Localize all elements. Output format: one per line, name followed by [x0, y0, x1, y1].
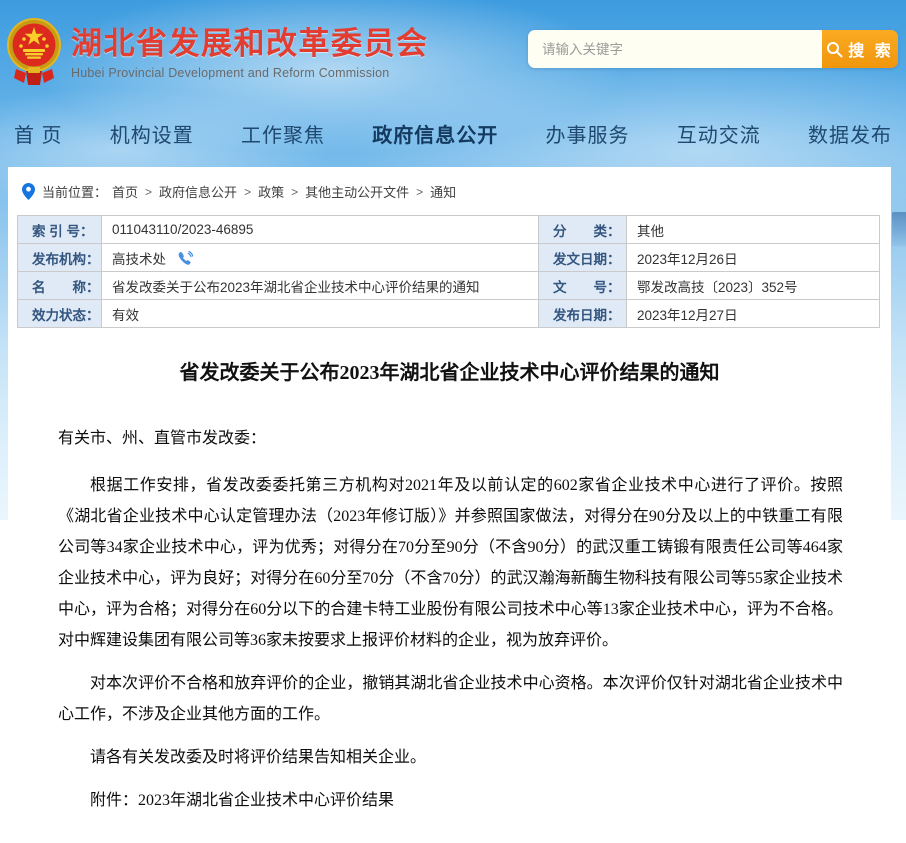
- meta-value-issue-date: 2023年12月26日: [627, 244, 880, 272]
- breadcrumb-home[interactable]: 首页: [112, 182, 138, 201]
- search-button[interactable]: 搜 索: [822, 30, 898, 68]
- meta-value-validity-status: 有效: [102, 300, 539, 328]
- nav-item-services[interactable]: 办事服务: [546, 119, 630, 148]
- document-meta-table: 索 引 号： 011043110/2023-46895 分 类： 其他 发布机构…: [17, 215, 880, 328]
- meta-value-publish-date: 2023年12月27日: [627, 300, 880, 328]
- meta-label-publish-date: 发布日期：: [539, 300, 627, 328]
- paragraph-evaluation-results: 根据工作安排，省发改委委托第三方机构对2021年及以前认定的602家省企业技术中…: [58, 470, 843, 656]
- table-row: 索 引 号： 011043110/2023-46895 分 类： 其他: [18, 216, 880, 244]
- table-row: 名 称： 省发改委关于公布2023年湖北省企业技术中心评价结果的通知 文 号： …: [18, 272, 880, 300]
- meta-label-category: 分 类：: [539, 216, 627, 244]
- nav-item-interaction[interactable]: 互动交流: [677, 119, 761, 148]
- breadcrumb-separator: >: [414, 185, 425, 199]
- location-pin-icon: [22, 183, 35, 200]
- breadcrumb-separator: >: [143, 185, 154, 199]
- breadcrumb: 当前位置： 首页 > 政府信息公开 > 政策 > 其他主动公开文件 > 通知: [8, 167, 891, 213]
- nav-item-gov-info-disclosure[interactable]: 政府信息公开: [372, 119, 498, 148]
- meta-value-doc-number: 鄂发改高技〔2023〕352号: [627, 272, 880, 300]
- issuing-agency-text: 高技术处: [112, 252, 166, 267]
- nav-item-data-release[interactable]: 数据发布: [808, 119, 892, 148]
- search-box: 搜 索: [528, 30, 898, 68]
- salutation: 有关市、州、直管市发改委：: [58, 423, 843, 454]
- breadcrumb-gov-info[interactable]: 政府信息公开: [159, 182, 237, 201]
- attachment-link[interactable]: 附件：2023年湖北省企业技术中心评价结果: [58, 785, 843, 816]
- site-title-block: 湖北省发展和改革委员会 Hubei Provincial Development…: [71, 27, 429, 80]
- national-emblem-icon: [6, 17, 62, 95]
- nav-item-work-focus[interactable]: 工作聚焦: [241, 119, 325, 148]
- table-row: 效力状态： 有效 发布日期： 2023年12月27日: [18, 300, 880, 328]
- breadcrumb-notice[interactable]: 通知: [430, 182, 456, 201]
- phone-icon[interactable]: [178, 251, 193, 266]
- breadcrumb-prefix: 当前位置：: [42, 182, 107, 201]
- content-card: 当前位置： 首页 > 政府信息公开 > 政策 > 其他主动公开文件 > 通知 索…: [8, 167, 891, 843]
- meta-label-title: 名 称：: [18, 272, 102, 300]
- site-header: 湖北省发展和改革委员会 Hubei Provincial Development…: [0, 0, 906, 100]
- table-row: 发布机构： 高技术处 发文日期： 2023年12月26日: [18, 244, 880, 272]
- main-nav: 首 页 机构设置 工作聚焦 政府信息公开 办事服务 互动交流 数据发布: [0, 100, 906, 167]
- breadcrumb-policy[interactable]: 政策: [258, 182, 284, 201]
- paragraph-revocation-note: 对本次评价不合格和放弃评价的企业，撤销其湖北省企业技术中心资格。本次评价仅针对湖…: [58, 668, 843, 730]
- site-title: 湖北省发展和改革委员会: [71, 27, 429, 61]
- meta-value-index-number: 011043110/2023-46895: [102, 216, 539, 244]
- document-body: 有关市、州、直管市发改委： 根据工作安排，省发改委委托第三方机构对2021年及以…: [58, 423, 843, 816]
- site-subtitle: Hubei Provincial Development and Reform …: [71, 66, 429, 80]
- breadcrumb-other-public-docs[interactable]: 其他主动公开文件: [305, 182, 409, 201]
- search-input[interactable]: [528, 30, 822, 68]
- nav-item-home[interactable]: 首 页: [14, 119, 63, 148]
- document-title: 省发改委关于公布2023年湖北省企业技术中心评价结果的通知: [58, 356, 841, 385]
- nav-item-organization[interactable]: 机构设置: [110, 119, 194, 148]
- meta-value-category: 其他: [627, 216, 880, 244]
- paragraph-notify-request: 请各有关发改委及时将评价结果告知相关企业。: [58, 742, 843, 773]
- search-button-label: 搜 索: [848, 37, 893, 61]
- meta-label-index-number: 索 引 号：: [18, 216, 102, 244]
- search-icon: [826, 41, 843, 58]
- meta-label-validity-status: 效力状态：: [18, 300, 102, 328]
- meta-label-issue-date: 发文日期：: [539, 244, 627, 272]
- background-skyline: [892, 212, 906, 246]
- meta-label-doc-number: 文 号：: [539, 272, 627, 300]
- breadcrumb-separator: >: [242, 185, 253, 199]
- meta-value-issuing-agency: 高技术处: [102, 244, 539, 272]
- meta-label-issuing-agency: 发布机构：: [18, 244, 102, 272]
- meta-value-title: 省发改委关于公布2023年湖北省企业技术中心评价结果的通知: [102, 272, 539, 300]
- breadcrumb-separator: >: [289, 185, 300, 199]
